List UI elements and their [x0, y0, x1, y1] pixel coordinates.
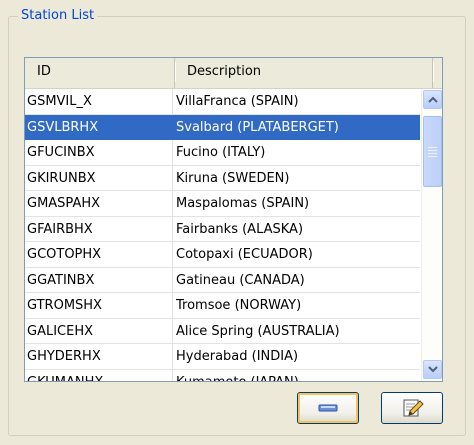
- cell-description: Gatineau (CANADA): [176, 272, 305, 288]
- column-header-description[interactable]: Description: [175, 58, 434, 88]
- edit-button[interactable]: [381, 392, 443, 424]
- cell-description: Tromsoe (NORWAY): [176, 298, 302, 313]
- table-row[interactable]: GGATINBX Gatineau (CANADA): [25, 267, 420, 293]
- table-row[interactable]: GKUMANHX Kumamoto (JAPAN): [25, 369, 420, 382]
- cell-id: GALICEHX: [25, 318, 173, 343]
- cell-id: GFAIRBHX: [25, 216, 173, 241]
- cell-description: Fairbanks (ALASKA): [176, 221, 304, 237]
- chevron-down-icon: [428, 366, 438, 373]
- cell-description: VillaFranca (SPAIN): [176, 94, 299, 109]
- scroll-thumb[interactable]: [423, 116, 442, 187]
- table-row[interactable]: GFAIRBHX Fairbanks (ALASKA): [25, 216, 420, 242]
- cell-description: Cotopaxi (ECUADOR): [176, 247, 313, 262]
- table-row[interactable]: GMASPAHX Maspalomas (SPAIN): [25, 191, 420, 217]
- cell-id: GHYDERHX: [25, 344, 173, 369]
- cell-id: GGATINBX: [25, 267, 173, 292]
- station-table[interactable]: ID Description GSMVIL_X VillaFranca (SPAI…: [24, 57, 443, 382]
- cell-description: Fucino (ITALY): [176, 145, 266, 160]
- cell-description: Svalbard (PLATABERGET): [176, 119, 339, 135]
- cell-id: GTROMSHX: [25, 293, 173, 318]
- cell-id: GSVLBRHX: [25, 114, 173, 139]
- table-row[interactable]: GALICEHX Alice Spring (AUSTRALIA): [25, 318, 420, 344]
- cell-description: Kiruna (SWEDEN): [176, 170, 290, 186]
- column-header-id[interactable]: ID: [25, 58, 176, 88]
- cell-description: Kumamoto (JAPAN): [176, 374, 299, 382]
- minus-icon: [318, 404, 338, 412]
- vertical-scrollbar[interactable]: [421, 89, 442, 381]
- table-row[interactable]: GFUCINBX Fucino (ITALY): [25, 140, 420, 166]
- cell-id: GMASPAHX: [25, 191, 173, 216]
- table-row[interactable]: GSMVIL_X VillaFranca (SPAIN): [25, 89, 420, 115]
- cell-id: GSMVIL_X: [25, 89, 173, 114]
- remove-button[interactable]: [297, 392, 359, 424]
- scroll-up-button[interactable]: [423, 90, 442, 109]
- cell-description: Maspalomas (SPAIN): [176, 196, 310, 211]
- cell-description: Alice Spring (AUSTRALIA): [176, 323, 340, 339]
- group-title: Station List: [18, 8, 98, 24]
- table-header: ID Description: [25, 58, 442, 89]
- table-row[interactable]: GCOTOPHX Cotopaxi (ECUADOR): [25, 242, 420, 268]
- cell-id: GKIRUNBX: [25, 165, 173, 190]
- cell-id: GKUMANHX: [25, 369, 173, 381]
- chevron-up-icon: [428, 96, 438, 103]
- table-rows: GSMVIL_X VillaFranca (SPAIN) GSVLBRHX Svalb…: [25, 89, 420, 382]
- table-row[interactable]: GTROMSHX Tromsoe (NORWAY): [25, 293, 420, 319]
- edit-icon: [403, 399, 424, 417]
- table-row[interactable]: GSVLBRHX Svalbard (PLATABERGET): [25, 114, 420, 140]
- table-row[interactable]: GKIRUNBX Kiruna (SWEDEN): [25, 165, 420, 191]
- scroll-down-button[interactable]: [423, 360, 442, 379]
- table-row[interactable]: GHYDERHX Hyderabad (INDIA): [25, 344, 420, 370]
- cell-description: Hyderabad (INDIA): [176, 349, 299, 364]
- cell-id: GCOTOPHX: [25, 242, 173, 267]
- cell-id: GFUCINBX: [25, 140, 173, 165]
